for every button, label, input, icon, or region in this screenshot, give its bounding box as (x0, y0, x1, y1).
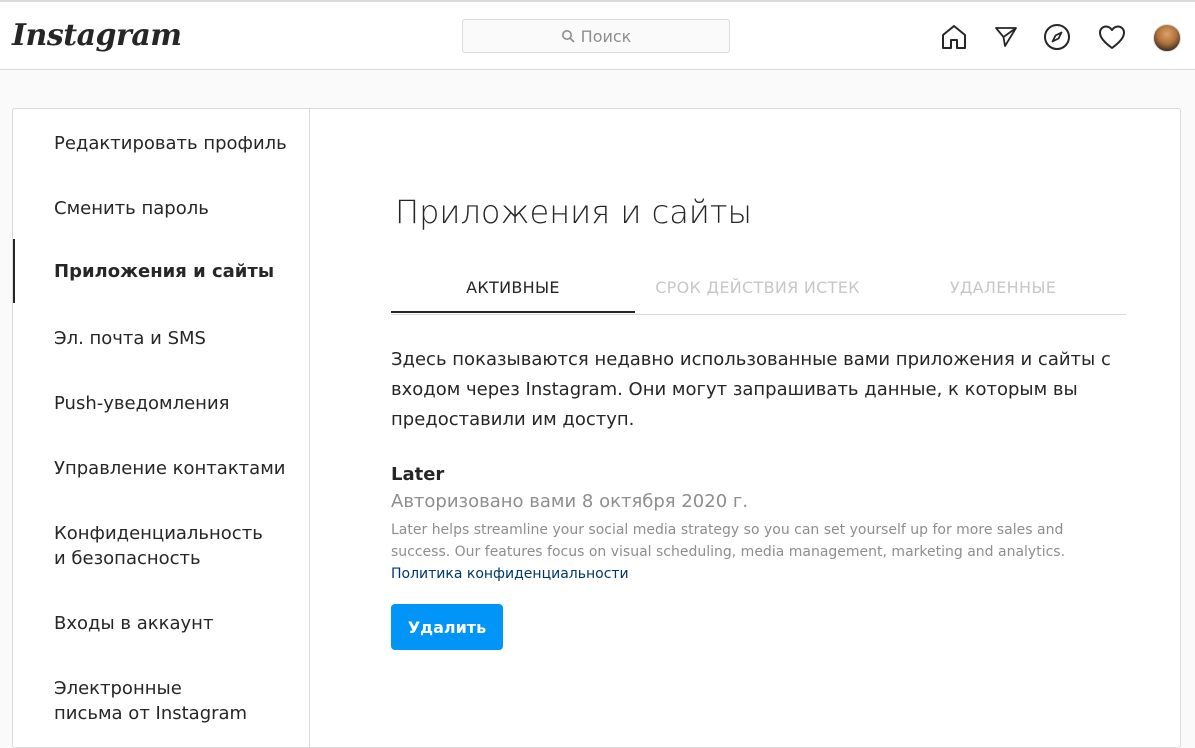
app-description: Later helps streamline your social media… (391, 519, 1111, 585)
page-title: Приложения и сайты (395, 193, 752, 231)
app-authorized-date: Авторизовано вами 8 октября 2020 г. (391, 491, 749, 512)
explore-icon[interactable] (1042, 22, 1072, 52)
sidebar-item-login-activity[interactable]: Входы в аккаунт (13, 611, 309, 636)
heart-icon[interactable] (1097, 22, 1127, 52)
sidebar-item-change-password[interactable]: Сменить пароль (13, 196, 309, 221)
settings-sidebar: Редактировать профиль Сменить пароль При… (13, 109, 310, 747)
instagram-logo[interactable]: Instagram (12, 18, 182, 53)
sidebar-item-email-and-sms[interactable]: Эл. почта и SMS (13, 326, 309, 351)
tab-removed[interactable]: УДАЛЕННЫЕ (880, 269, 1126, 314)
privacy-policy-link[interactable]: Политика конфиденциальности (391, 566, 629, 582)
home-icon[interactable] (939, 22, 969, 52)
search-input[interactable]: Поиск (462, 19, 730, 53)
sidebar-item-apps-and-websites[interactable]: Приложения и сайты (13, 239, 309, 303)
sidebar-item-manage-contacts[interactable]: Управление контактами (13, 456, 309, 481)
sidebar-item-privacy-and-security[interactable]: Конфиденциальность и безопасность (13, 521, 273, 571)
avatar[interactable] (1153, 24, 1181, 52)
delete-app-button[interactable]: Удалить (391, 604, 503, 650)
tab-bar: АКТИВНЫЕ СРОК ДЕЙСТВИЯ ИСТЕК УДАЛЕННЫЕ (391, 269, 1126, 315)
search-icon (561, 29, 575, 43)
direct-icon[interactable] (991, 22, 1021, 52)
tab-expired[interactable]: СРОК ДЕЙСТВИЯ ИСТЕК (635, 269, 880, 314)
sidebar-item-emails-from-instagram[interactable]: Электронные письма от Instagram (13, 676, 273, 726)
main-content: Приложения и сайты АКТИВНЫЕ СРОК ДЕЙСТВИ… (310, 109, 1180, 747)
app-description-text: Later helps streamline your social media… (391, 522, 1066, 560)
sidebar-item-push-notifications[interactable]: Push-уведомления (13, 391, 309, 416)
settings-card: Редактировать профиль Сменить пароль При… (12, 108, 1181, 748)
sidebar-item-edit-profile[interactable]: Редактировать профиль (13, 131, 309, 156)
apps-description: Здесь показываются недавно использованны… (391, 349, 1111, 430)
app-name: Later (391, 464, 445, 485)
top-navigation-bar: Instagram Поиск (0, 0, 1195, 70)
tab-active[interactable]: АКТИВНЫЕ (391, 269, 635, 313)
search-placeholder: Поиск (580, 26, 632, 46)
